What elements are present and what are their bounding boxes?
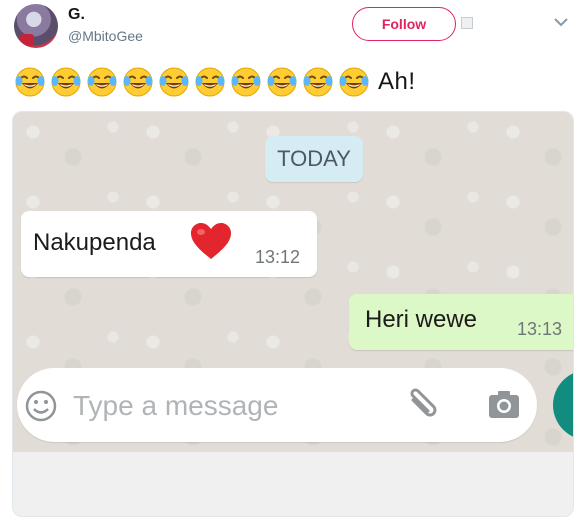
display-name[interactable]: G.: [68, 6, 85, 24]
face-with-tears-of-joy-icon: [14, 66, 46, 98]
incoming-message-time: 13:12: [255, 247, 301, 267]
tweet-header: G. @MbitoGee Follow: [0, 0, 587, 58]
message-input-bar[interactable]: Type a message: [17, 368, 537, 442]
camera-icon[interactable]: [487, 390, 521, 420]
face-with-tears-of-joy-icon: [338, 66, 370, 98]
date-chip: TODAY: [265, 136, 363, 182]
face-with-tears-of-joy-icon: [86, 66, 118, 98]
avatar[interactable]: [14, 4, 58, 48]
heart-icon: [191, 223, 231, 259]
incoming-message-bubble: Nakupenda 13:12: [21, 211, 317, 277]
outgoing-message-bubble: Heri wewe 13:13: [349, 294, 573, 350]
outgoing-message-text: Heri wewe: [365, 306, 478, 333]
incoming-message-text: Nakupenda: [33, 229, 156, 256]
follow-button[interactable]: Follow: [352, 7, 456, 41]
broken-image-icon: [461, 17, 473, 29]
tweet-text: Ah!: [14, 62, 416, 102]
face-with-tears-of-joy-icon: [122, 66, 154, 98]
smiley-icon[interactable]: [25, 390, 57, 422]
message-input-placeholder[interactable]: Type a message: [73, 390, 278, 422]
face-with-tears-of-joy-icon: [302, 66, 334, 98]
emoji-row: [14, 66, 370, 98]
face-with-tears-of-joy-icon: [158, 66, 190, 98]
face-with-tears-of-joy-icon: [266, 66, 298, 98]
outgoing-message-time: 13:13: [517, 319, 563, 339]
tweet-media-image[interactable]: TODAY Nakupenda 13:12 Heri wewe 13:13 Ty…: [12, 111, 574, 517]
chevron-down-icon[interactable]: [553, 16, 569, 28]
face-with-tears-of-joy-icon: [50, 66, 82, 98]
user-handle[interactable]: @MbitoGee: [68, 28, 143, 44]
face-with-tears-of-joy-icon: [230, 66, 262, 98]
face-with-tears-of-joy-icon: [194, 66, 226, 98]
paperclip-icon[interactable]: [405, 388, 439, 422]
tweet-text-word: Ah!: [378, 68, 416, 95]
